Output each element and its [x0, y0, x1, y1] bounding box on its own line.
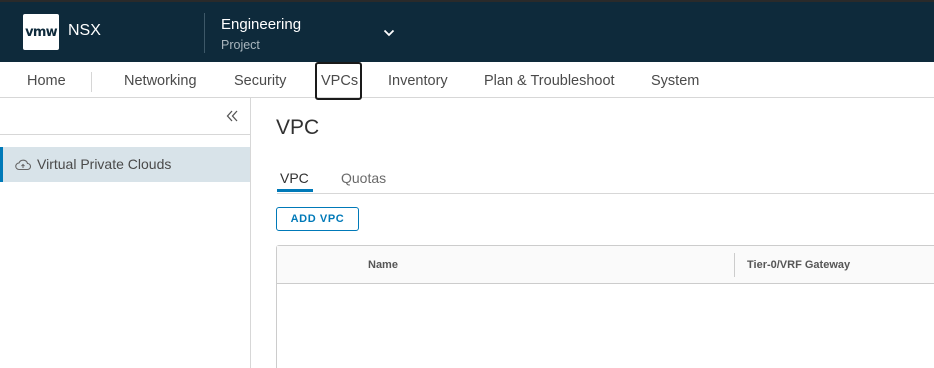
tabs-divider	[277, 193, 934, 194]
column-header-name[interactable]: Name	[368, 259, 398, 271]
vmware-logo[interactable]: vmw	[23, 14, 59, 50]
logo-text: vmw	[25, 24, 57, 40]
double-chevron-left-icon[interactable]	[225, 109, 239, 123]
tab-vpc[interactable]: VPC	[280, 170, 309, 186]
page-title: VPC	[276, 116, 320, 139]
nav-inventory[interactable]: Inventory	[388, 73, 448, 89]
grid-header: Name Tier-0/VRF Gateway	[277, 246, 934, 284]
active-tab-indicator	[277, 189, 313, 192]
cloud-icon	[15, 159, 31, 171]
nav-system[interactable]: System	[651, 73, 699, 89]
vpc-data-grid: Name Tier-0/VRF Gateway	[276, 245, 934, 368]
sidebar: Virtual Private Clouds	[0, 98, 251, 368]
nav-home[interactable]: Home	[27, 73, 66, 89]
nav-plan-troubleshoot[interactable]: Plan & Troubleshoot	[484, 73, 615, 89]
column-header-tier0-gateway[interactable]: Tier-0/VRF Gateway	[747, 259, 850, 271]
sidebar-item-virtual-private-clouds[interactable]: Virtual Private Clouds	[0, 147, 250, 182]
project-type-label: Project	[221, 38, 260, 52]
add-vpc-button[interactable]: ADD VPC	[276, 207, 359, 231]
nav-security[interactable]: Security	[234, 73, 286, 89]
column-resize-handle[interactable]	[734, 253, 735, 277]
nav-networking[interactable]: Networking	[124, 73, 197, 89]
sidebar-item-label: Virtual Private Clouds	[37, 156, 172, 172]
header-divider	[204, 13, 205, 53]
top-header: vmw NSX Engineering Project	[0, 0, 934, 62]
product-name: NSX	[68, 22, 101, 39]
nav-separator	[91, 72, 92, 92]
tab-quotas[interactable]: Quotas	[341, 170, 386, 186]
project-name[interactable]: Engineering	[221, 16, 301, 33]
nav-vpcs[interactable]: VPCs	[321, 73, 358, 89]
chevron-down-icon[interactable]	[383, 27, 395, 39]
main-nav: Home Networking Security VPCs Inventory …	[0, 62, 934, 100]
sidebar-collapse-row	[0, 98, 250, 135]
